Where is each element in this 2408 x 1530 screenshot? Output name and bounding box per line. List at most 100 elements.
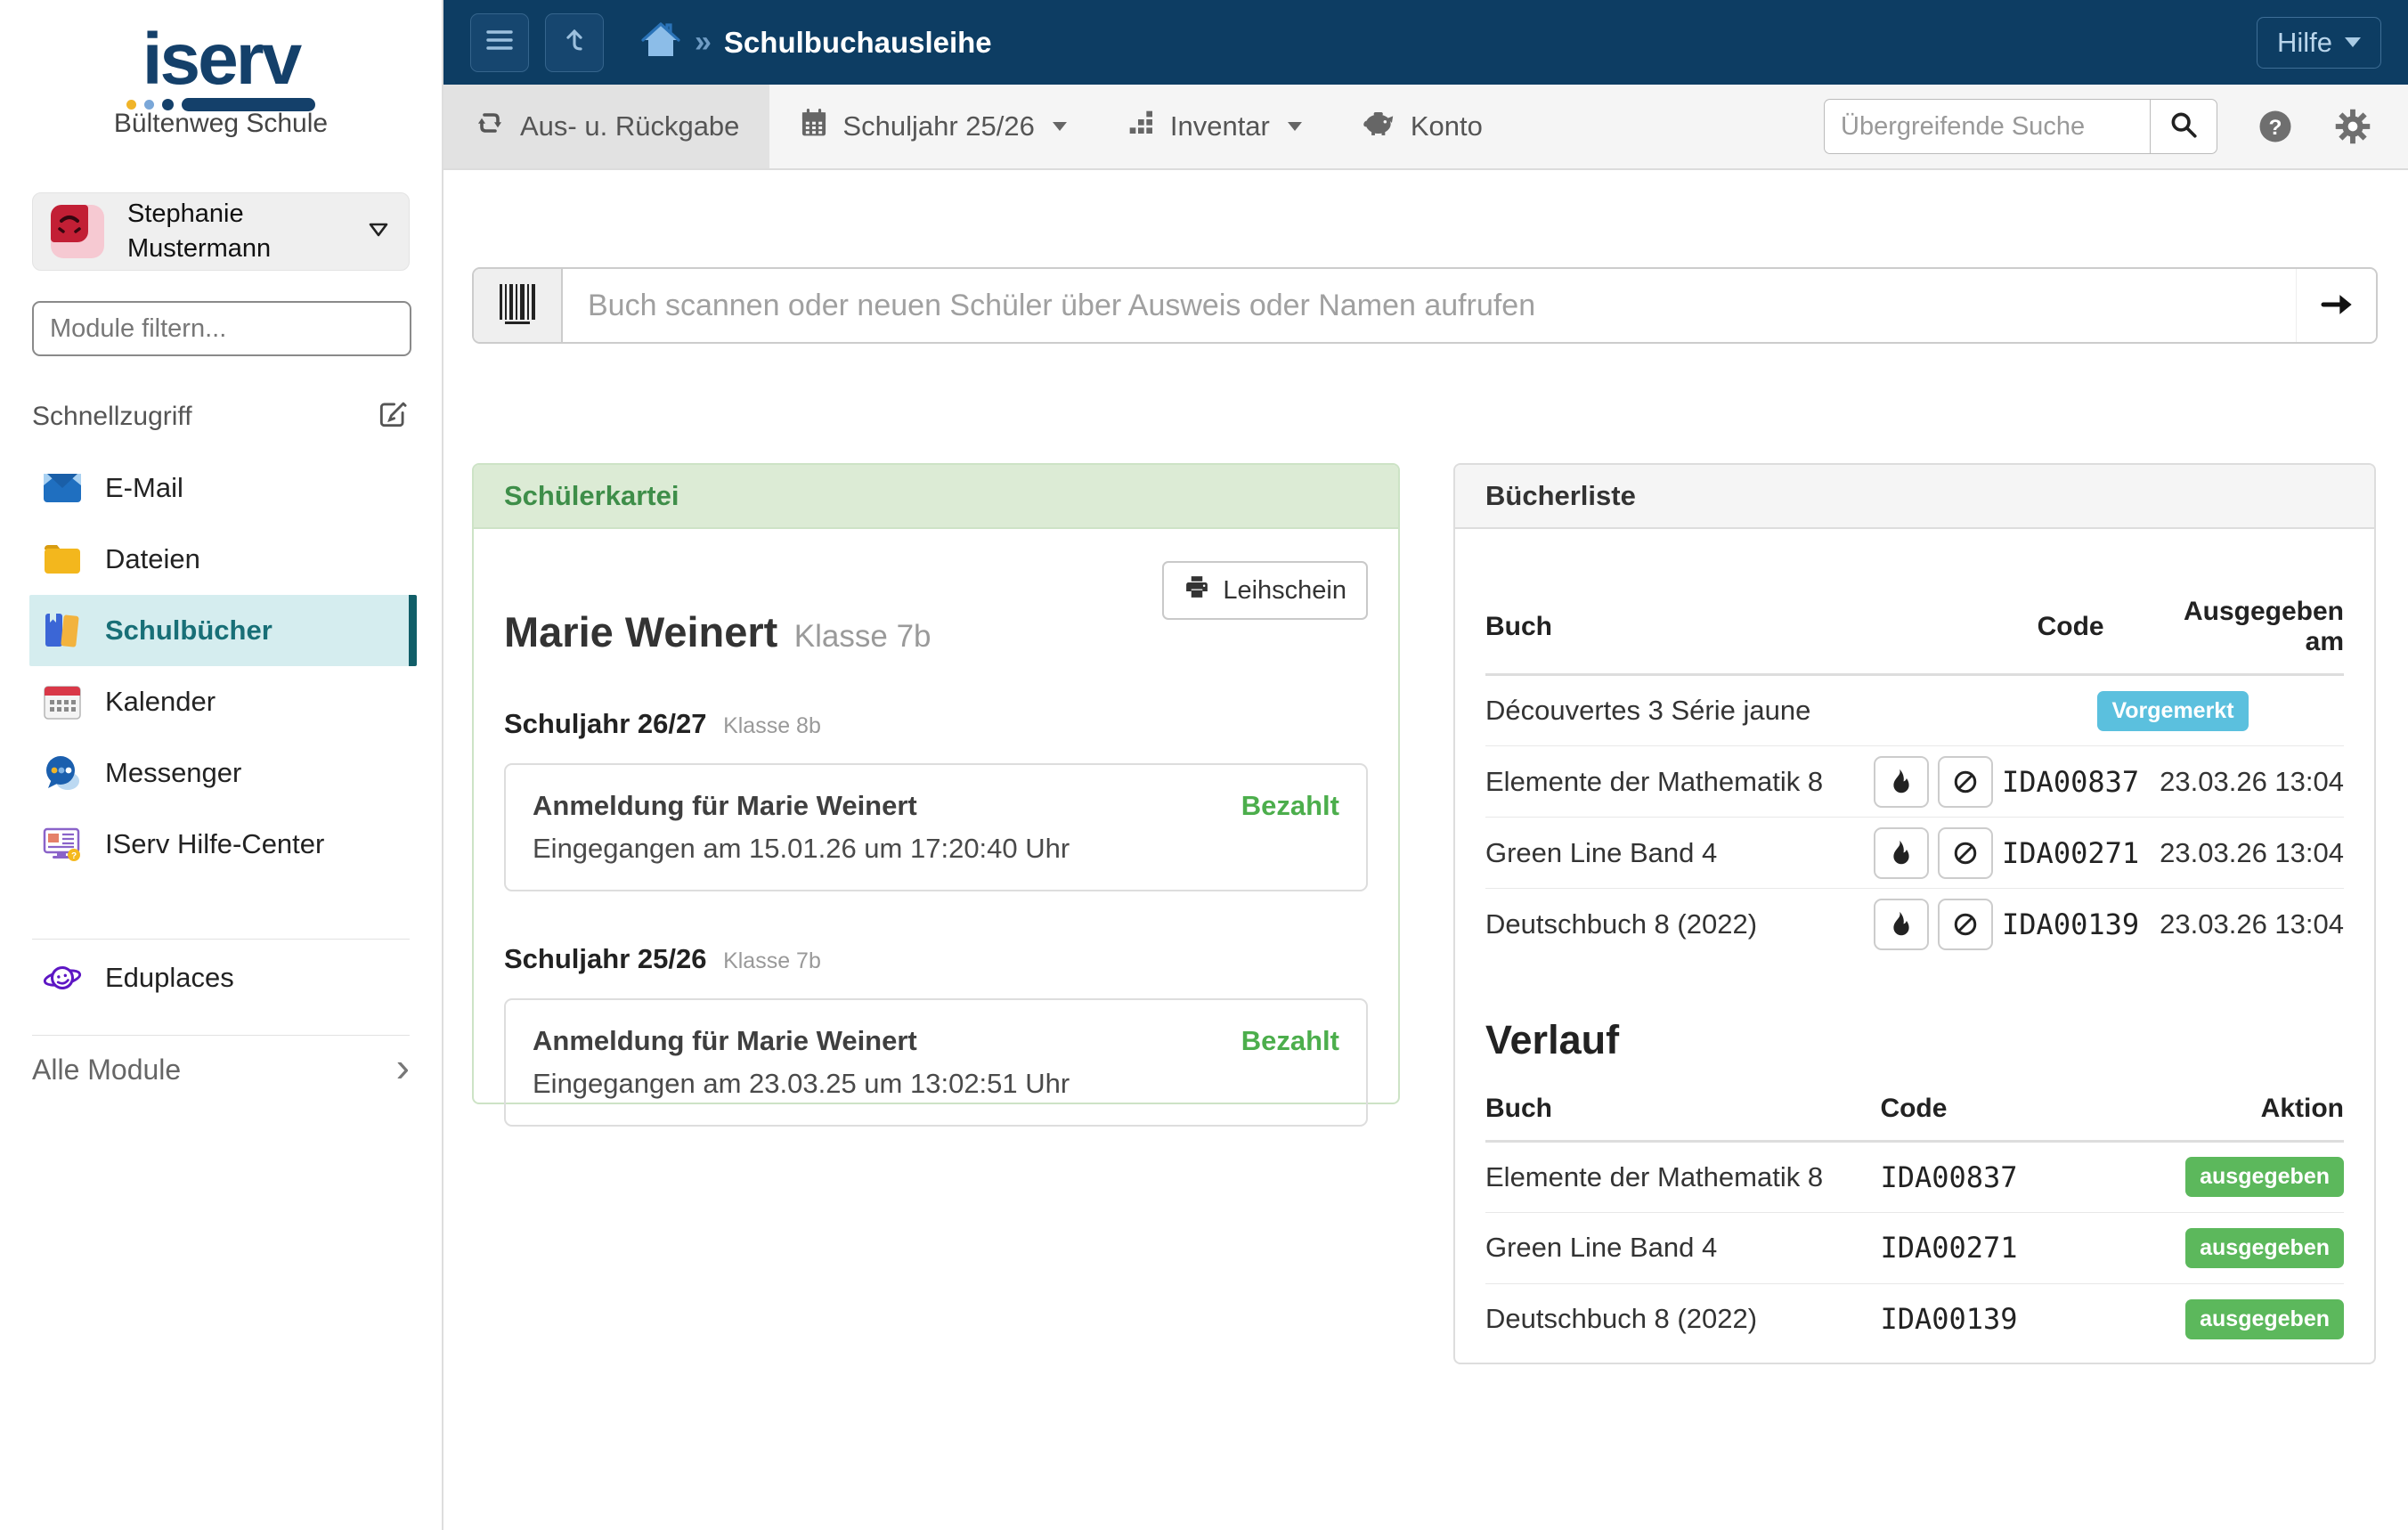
tab-label: Aus- u. Rückgabe (520, 110, 740, 142)
year-heading: Schuljahr 25/26 Klasse 7b (504, 943, 1368, 975)
book-title: Elemente der Mathematik 8 (1485, 745, 1874, 818)
module-filter-input[interactable] (32, 301, 411, 356)
breadcrumb: » Schulbuchausleihe (639, 20, 992, 64)
registration-title: Anmeldung für Marie Weinert (533, 790, 917, 821)
year-label: Schuljahr 25/26 (504, 943, 707, 974)
help-center-icon: ? (43, 825, 82, 864)
edit-icon[interactable] (376, 397, 410, 435)
tab-label: Inventar (1169, 110, 1270, 142)
arrow-up-icon (559, 25, 590, 60)
all-modules-link[interactable]: Alle Module › (32, 1038, 410, 1101)
inventory-icon (1127, 109, 1156, 144)
book-list-title: Bücherliste (1485, 480, 1636, 511)
svg-text:?: ? (71, 851, 77, 861)
sidebar-item-hilfe-center[interactable]: ? IServ Hilfe-Center (29, 809, 417, 880)
table-row: Deutschbuch 8 (2022) IDA00139 ausgegeben (1485, 1283, 2344, 1355)
user-name: Stephanie Mustermann (127, 199, 272, 263)
help-circle-icon[interactable]: ? (2257, 108, 2294, 145)
tab-label: Schuljahr 25/26 (842, 110, 1035, 142)
student-card-title: Schülerkartei (504, 480, 679, 511)
quick-access-header: Schnellzugriff (32, 397, 410, 435)
arrow-right-icon (2319, 287, 2355, 325)
tab-konto[interactable]: Konto (1332, 85, 1513, 168)
table-row: Green Line Band 4 IDA00271 ausgegeben (1485, 1212, 2344, 1284)
printer-icon (1184, 574, 1210, 607)
book-title: Deutschbuch 8 (2022) (1485, 1303, 1758, 1335)
sidebar-item-label: Kalender (105, 686, 216, 717)
search-input[interactable] (1824, 99, 2150, 154)
calendar-small-icon (800, 108, 828, 145)
leave-module-button[interactable] (545, 12, 604, 72)
block-button[interactable] (1937, 755, 1993, 808)
sidebar-item-files[interactable]: Dateien (29, 524, 417, 595)
eduplaces-icon (43, 958, 82, 997)
student-card-body: Leihschein Marie Weinert Klasse 7b Schul… (474, 529, 1398, 1157)
sidebar-item-label: Schulbücher (105, 614, 273, 646)
registration-detail: Eingegangen am 15.01.26 um 17:20:40 Uhr (533, 833, 1070, 864)
book-title: Découvertes 3 Série jaune (1485, 674, 1874, 746)
table-row: Elemente der Mathematik 8 IDA00837 ausge… (1485, 1141, 2344, 1213)
avatar (51, 205, 104, 258)
registration-title: Anmeldung für Marie Weinert (533, 1025, 917, 1056)
book-title: Green Line Band 4 (1485, 1212, 1881, 1284)
home-icon[interactable] (639, 20, 682, 64)
block-button[interactable] (1937, 826, 1993, 879)
search-button[interactable] (2150, 99, 2217, 154)
book-list-header: Bücherliste (1455, 465, 2374, 529)
flame-button[interactable] (1873, 826, 1929, 879)
student-card: Schülerkartei Leihschein Marie Weinert K… (472, 463, 1400, 1127)
calendar-icon (43, 682, 82, 721)
tab-label: Konto (1410, 110, 1483, 142)
help-dropdown[interactable]: Hilfe (2256, 16, 2381, 69)
block-button[interactable] (1937, 898, 1993, 950)
sidebar-item-eduplaces[interactable]: Eduplaces (29, 942, 417, 1013)
gear-icon[interactable] (2333, 107, 2372, 146)
divider (32, 939, 410, 940)
registration-card: Anmeldung für Marie Weinert Bezahlt Eing… (504, 998, 1368, 1127)
sidebar-item-messenger[interactable]: Messenger (29, 737, 417, 809)
messenger-icon (43, 753, 82, 793)
iserv-logo[interactable]: iserv (0, 23, 442, 111)
sidebar-item-kalender[interactable]: Kalender (29, 666, 417, 737)
flame-button[interactable] (1873, 755, 1929, 808)
menu-toggle-button[interactable] (470, 12, 529, 72)
table-row: Green Line Band 4 IDA00271 23.03.26 13:0… (1485, 817, 2344, 889)
flame-icon (1893, 840, 1909, 864)
scan-bar (472, 267, 2378, 344)
column-header-buch: Buch (1485, 1078, 1881, 1143)
book-list-card: Bücherliste Buch Code Ausgegeben am Déco… (1453, 463, 2376, 1364)
issued-date: 23.03.26 13:04 (2139, 745, 2344, 818)
caret-down-icon (1052, 122, 1067, 131)
barcode-icon (498, 282, 537, 330)
year-label: Schuljahr 26/27 (504, 708, 707, 739)
book-code: IDA00139 (2002, 907, 2140, 941)
flame-button[interactable] (1873, 898, 1929, 950)
quick-access-label: Schnellzugriff (32, 401, 192, 431)
leihschein-label: Leihschein (1223, 575, 1346, 605)
hamburger-icon (484, 28, 515, 57)
sidebar-item-label: Dateien (105, 543, 200, 574)
sidebar-item-email[interactable]: E-Mail (29, 452, 417, 524)
issued-date: 23.03.26 13:04 (2160, 907, 2344, 940)
sidebar-item-schulbuecher[interactable]: Schulbücher (29, 595, 417, 666)
history-table: Buch Code Aktion Elemente der Mathematik… (1485, 1078, 2344, 1355)
books-icon (43, 611, 82, 650)
school-name: Bültenweg Schule (113, 109, 329, 138)
tab-aus-rueckgabe[interactable]: Aus- u. Rückgabe (443, 85, 770, 168)
help-label: Hilfe (2276, 26, 2332, 58)
table-row: Deutschbuch 8 (2022) IDA00139 23.03.26 1… (1485, 889, 2344, 960)
column-header-buch: Buch (1485, 582, 2003, 676)
chevron-right-icon: › (395, 1044, 410, 1090)
book-list-body: Buch Code Ausgegeben am Découvertes 3 Sé… (1455, 529, 2374, 1385)
leihschein-button[interactable]: Leihschein (1162, 561, 1368, 620)
scan-input[interactable] (563, 269, 2296, 342)
sidebar-item-label: Messenger (105, 757, 242, 788)
user-menu[interactable]: Stephanie Mustermann (32, 192, 410, 271)
module-list: E-Mail Dateien Schulbücher Kalender Mess… (0, 452, 442, 880)
tab-inventar[interactable]: Inventar (1097, 85, 1332, 168)
year-class-label: Klasse 8b (723, 713, 821, 738)
tab-schuljahr[interactable]: Schuljahr 25/26 (769, 85, 1096, 168)
scan-submit-button[interactable] (2296, 269, 2376, 342)
history-title: Verlauf (1485, 1016, 1620, 1062)
nav-right-tools: ? (1824, 85, 2408, 168)
